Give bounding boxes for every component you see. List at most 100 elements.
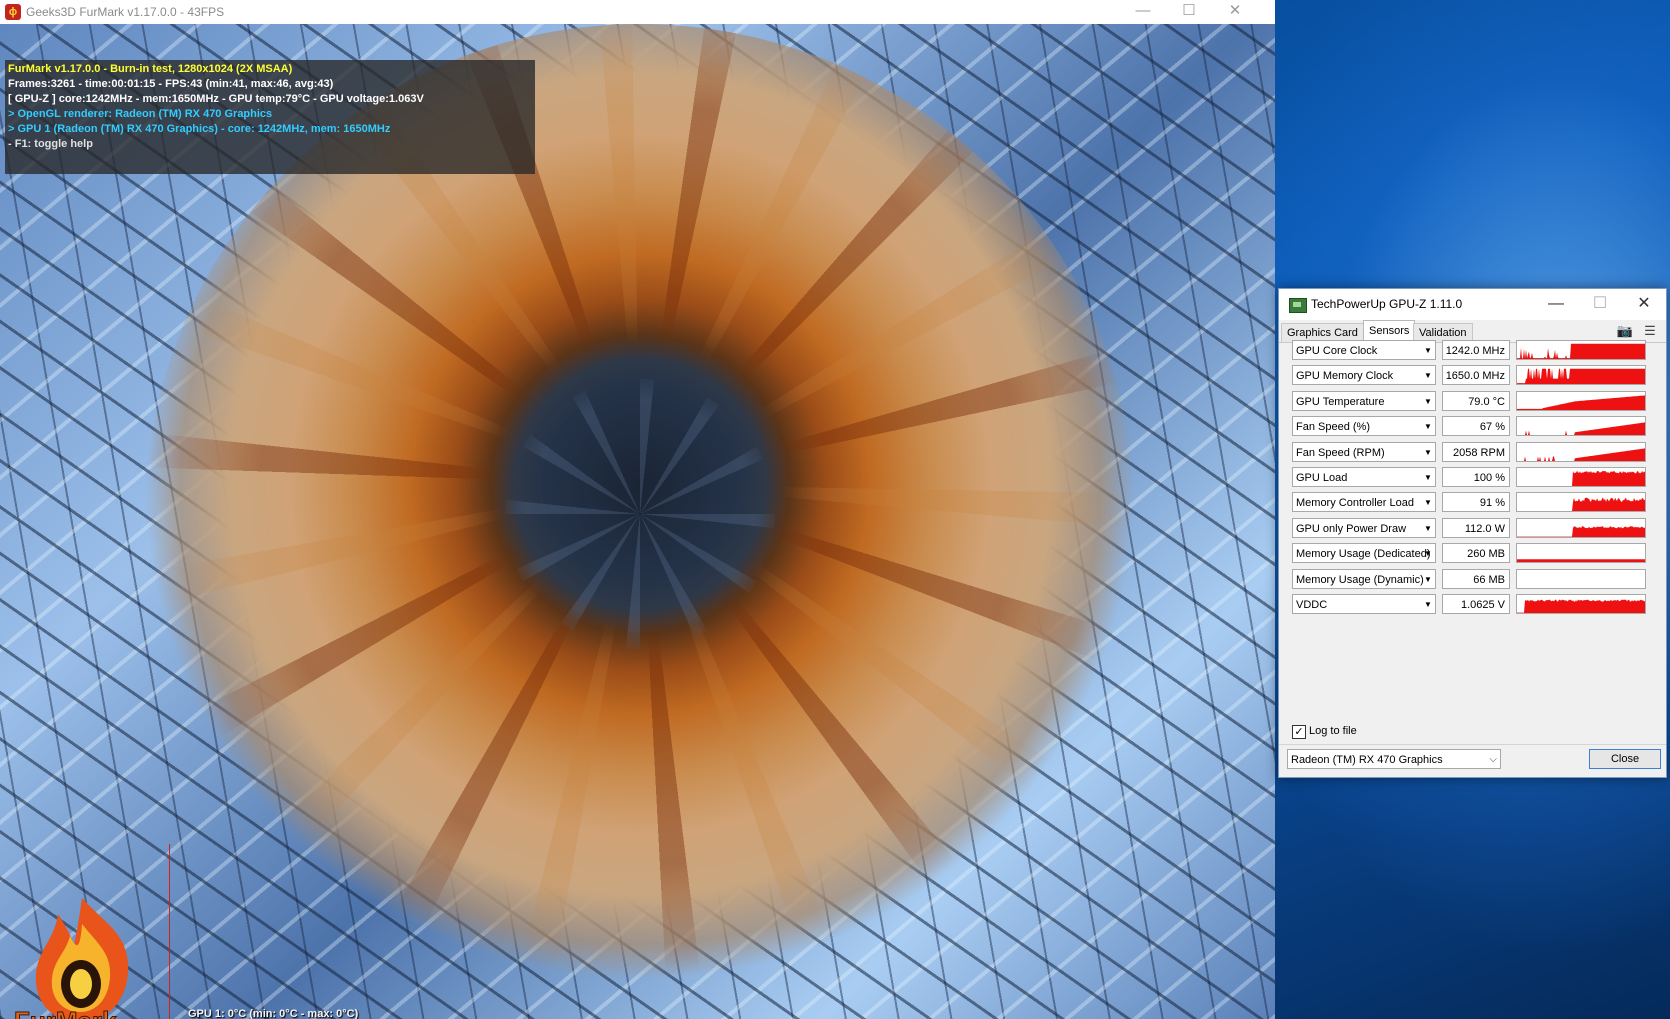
sensor-value: 1650.0 MHz [1442, 365, 1510, 386]
sensor-graph-fill [1517, 447, 1645, 461]
gpuz-maximize-button[interactable]: ☐ [1578, 289, 1622, 320]
sensor-graph-plot [1517, 422, 1645, 436]
gpu-select-value: Radeon (TM) RX 470 Graphics [1291, 754, 1443, 766]
sensor-graph-fill [1517, 369, 1645, 385]
gpuz-app-icon [1289, 298, 1307, 313]
sensor-graph [1516, 492, 1646, 513]
sensor-row: Fan Speed (RPM) ▼ 2058 RPM [1292, 441, 1654, 464]
sensor-value: 112.0 W [1442, 517, 1510, 538]
osd-line-gpuz: [ GPU-Z ] core:1242MHz - mem:1650MHz - G… [8, 93, 424, 105]
sensor-graph-plot [1517, 470, 1645, 486]
sensor-name: GPU Memory Clock [1296, 370, 1394, 383]
sensor-row: Memory Usage (Dynamic) ▼ 66 MB [1292, 568, 1654, 591]
sensor-graph [1516, 594, 1646, 614]
osd-line-title: FurMark v1.17.0.0 - Burn-in test, 1280x1… [8, 63, 293, 75]
chevron-down-icon: ⌵ [1489, 754, 1497, 765]
close-button[interactable]: Close [1589, 749, 1661, 769]
hamburger-menu-icon[interactable]: ☰ [1641, 324, 1659, 338]
dropdown-arrow-icon: ▼ [1424, 346, 1432, 355]
sensor-graph [1516, 416, 1646, 437]
sensor-graph-fill [1517, 422, 1645, 436]
gpuz-tab-bar: Graphics Card Sensors Validation [1279, 320, 1666, 343]
sensor-name-dropdown[interactable]: GPU Load ▼ [1292, 467, 1436, 487]
furmark-maximize-button[interactable]: ☐ [1166, 0, 1212, 24]
svg-text:FurMark: FurMark [14, 1006, 117, 1019]
log-to-file-checkbox[interactable]: ✓ [1292, 725, 1306, 739]
gpu-select-dropdown[interactable]: Radeon (TM) RX 470 Graphics ⌵ [1287, 749, 1501, 769]
sensor-graph-plot [1517, 559, 1645, 563]
sensor-value: 100 % [1442, 467, 1510, 487]
temp-graph-label: GPU 1: 0°C (min: 0°C - max: 0°C) [188, 1008, 359, 1019]
bottom-divider [1279, 744, 1666, 745]
sensor-value: 2058 RPM [1442, 441, 1510, 462]
sensor-name-dropdown[interactable]: GPU only Power Draw ▼ [1292, 517, 1436, 538]
gpuz-window-title: TechPowerUp GPU-Z 1.11.0 [1311, 297, 1463, 311]
sensor-graph [1516, 467, 1646, 487]
sensor-name: GPU only Power Draw [1296, 522, 1407, 535]
sensor-row: GPU only Power Draw ▼ 112.0 W [1292, 517, 1654, 540]
furmark-minimize-button[interactable]: — [1120, 0, 1166, 24]
sensor-graph-fill [1517, 343, 1645, 359]
sensor-row: GPU Load ▼ 100 % [1292, 467, 1654, 489]
osd-line-help: - F1: toggle help [8, 138, 93, 150]
sensor-name-dropdown[interactable]: GPU Temperature ▼ [1292, 390, 1436, 411]
temp-graph-y-axis [169, 844, 170, 1019]
sensor-row: GPU Temperature ▼ 79.0 °C [1292, 390, 1654, 413]
furmark-app-icon: ϕ [5, 4, 21, 20]
log-to-file-label: Log to file [1309, 725, 1357, 737]
camera-icon[interactable]: 📷 [1616, 324, 1634, 338]
sensor-name-dropdown[interactable]: Memory Controller Load ▼ [1292, 492, 1436, 513]
sensor-graph-fill [1517, 599, 1645, 613]
dropdown-arrow-icon: ▼ [1424, 498, 1432, 508]
sensor-name-dropdown[interactable]: Fan Speed (RPM) ▼ [1292, 441, 1436, 462]
sensor-value: 1.0625 V [1442, 594, 1510, 614]
furmark-titlebar[interactable]: ϕ Geeks3D FurMark v1.17.0.0 - 43FPS — ☐ … [0, 0, 1275, 25]
sensor-graph-plot [1517, 570, 1645, 588]
sensor-name-dropdown[interactable]: GPU Core Clock ▼ [1292, 340, 1436, 360]
sensor-name-dropdown[interactable]: Memory Usage (Dedicated) ▼ [1292, 543, 1436, 564]
furmark-flame-logo: FurMark [14, 898, 129, 1019]
furmark-window-title: Geeks3D FurMark v1.17.0.0 - 43FPS [26, 5, 225, 19]
dropdown-arrow-icon: ▼ [1424, 600, 1432, 609]
sensor-name: Memory Usage (Dedicated) [1296, 548, 1431, 561]
sensor-graph-plot [1517, 447, 1645, 461]
gpuz-close-x-button[interactable]: ✕ [1622, 289, 1666, 320]
sensor-name: VDDC [1296, 599, 1328, 611]
sensor-name: Memory Usage (Dynamic) [1296, 573, 1424, 586]
sensor-graph-plot [1517, 395, 1645, 410]
sensor-name-dropdown[interactable]: VDDC ▼ [1292, 594, 1436, 614]
sensor-name-dropdown[interactable]: Fan Speed (%) ▼ [1292, 416, 1436, 437]
dropdown-arrow-icon: ▼ [1424, 447, 1432, 457]
osd-line-gpu1: > GPU 1 (Radeon (TM) RX 470 Graphics) - … [8, 123, 391, 135]
osd-line-frames: Frames:3261 - time:00:01:15 - FPS:43 (mi… [8, 78, 334, 90]
sensor-graph-plot [1517, 497, 1645, 512]
sensor-graph-fill [1517, 395, 1645, 410]
sensor-graph-plot [1517, 526, 1645, 537]
sensor-value: 79.0 °C [1442, 390, 1510, 411]
furmark-window: ϕ Geeks3D FurMark v1.17.0.0 - 43FPS — ☐ … [0, 0, 1275, 1019]
sensor-row: Memory Usage (Dedicated) ▼ 260 MB [1292, 543, 1654, 565]
sensor-row: Memory Controller Load ▼ 91 % [1292, 492, 1654, 514]
dropdown-arrow-icon: ▼ [1424, 371, 1432, 381]
furmark-render-canvas[interactable]: FurMark v1.17.0.0 - Burn-in test, 1280x1… [0, 24, 1275, 1019]
sensor-name: GPU Temperature [1296, 395, 1385, 408]
sensor-graph [1516, 568, 1646, 589]
dropdown-arrow-icon: ▼ [1424, 473, 1432, 482]
sensor-graph-fill [1517, 470, 1645, 486]
sensor-value: 1242.0 MHz [1442, 340, 1510, 360]
sensor-graph-plot [1517, 599, 1645, 613]
gpuz-minimize-button[interactable]: — [1534, 289, 1578, 320]
sensor-name: Fan Speed (RPM) [1296, 446, 1385, 459]
sensor-graph-fill [1517, 526, 1645, 537]
sensor-graph [1516, 543, 1646, 564]
furmark-osd-panel: FurMark v1.17.0.0 - Burn-in test, 1280x1… [5, 60, 535, 174]
osd-line-renderer: > OpenGL renderer: Radeon (TM) RX 470 Gr… [8, 108, 273, 120]
sensor-name-dropdown[interactable]: GPU Memory Clock ▼ [1292, 365, 1436, 386]
sensor-name: Memory Controller Load [1296, 497, 1414, 510]
sensor-value: 66 MB [1442, 568, 1510, 589]
furmark-close-button[interactable]: ✕ [1212, 0, 1258, 24]
gpuz-titlebar[interactable]: TechPowerUp GPU-Z 1.11.0 — ☐ ✕ [1279, 289, 1666, 320]
dropdown-arrow-icon: ▼ [1424, 422, 1432, 432]
sensor-name-dropdown[interactable]: Memory Usage (Dynamic) ▼ [1292, 568, 1436, 589]
dropdown-arrow-icon: ▼ [1424, 523, 1432, 533]
